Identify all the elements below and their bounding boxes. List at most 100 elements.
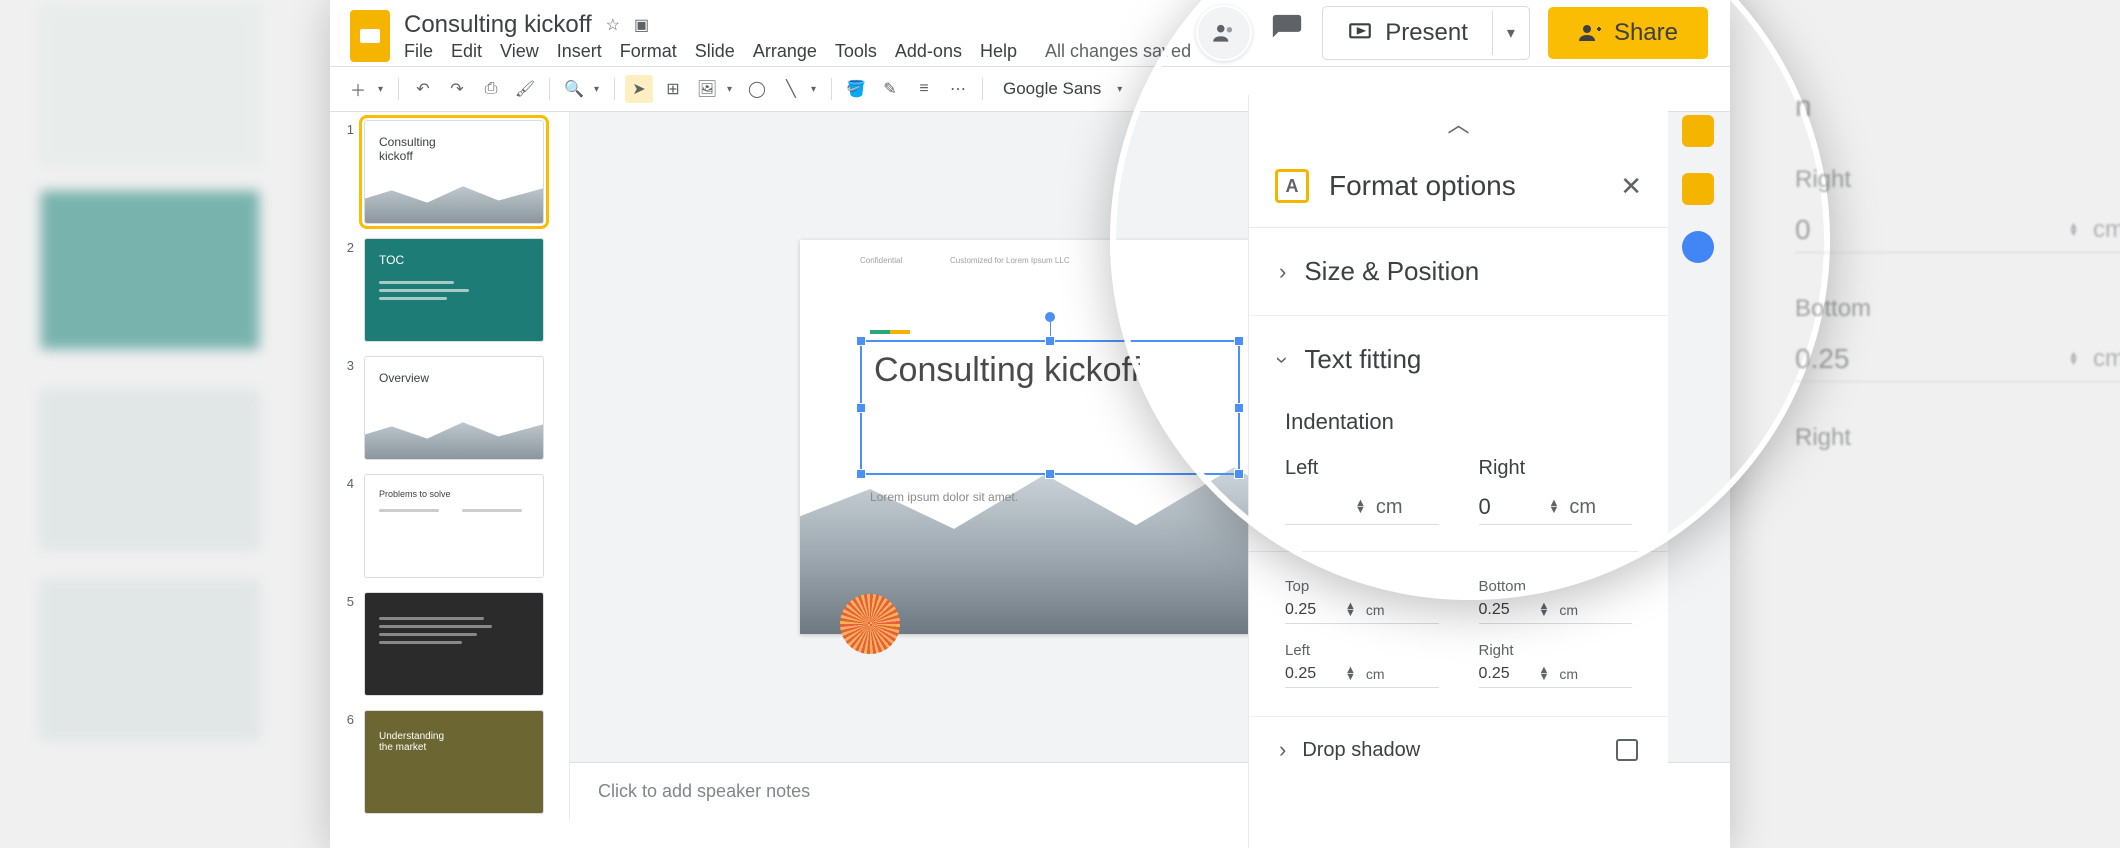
zoom-button[interactable]: 🔍 <box>560 75 588 103</box>
format-options-panel: ︿ A Format options ✕ › Size & Position ›… <box>1248 95 1668 848</box>
select-tool-button[interactable]: ➤ <box>625 75 653 103</box>
border-color-button[interactable]: ✎ <box>876 75 904 103</box>
padding-bottom-label: Bottom <box>1479 578 1633 595</box>
stepper-icon[interactable]: ▲▼ <box>1549 500 1560 513</box>
shape-tool-button[interactable]: ◯ <box>743 75 771 103</box>
indent-right-input[interactable] <box>1479 494 1539 520</box>
border-weight-button[interactable]: ≡ <box>910 75 938 103</box>
menu-file[interactable]: File <box>404 41 433 62</box>
side-addon-rail <box>1666 95 1730 263</box>
present-button[interactable]: Present <box>1323 7 1492 59</box>
resize-handle[interactable] <box>1045 469 1055 479</box>
chevron-right-icon: › <box>1279 259 1286 285</box>
drop-shadow-checkbox[interactable] <box>1616 739 1638 761</box>
rail-button-1[interactable] <box>1682 115 1714 147</box>
indent-left-label: Left <box>1285 457 1439 480</box>
slide-thumbnail-3[interactable]: Overview <box>364 356 544 460</box>
menu-bar: File Edit View Insert Format Slide Arran… <box>404 41 1191 62</box>
font-dropdown-icon[interactable]: ▾ <box>1117 84 1127 95</box>
menu-insert[interactable]: Insert <box>557 41 602 62</box>
slide-thumbnail-2[interactable]: TOC <box>364 238 544 342</box>
slide-thumbnail-6[interactable]: Understanding the market <box>364 710 544 814</box>
fill-color-button[interactable]: 🪣 <box>842 75 870 103</box>
new-slide-dropdown-icon[interactable]: ▾ <box>378 84 388 95</box>
format-a-icon: A <box>1275 169 1309 203</box>
line-dropdown-icon[interactable]: ▾ <box>811 84 821 95</box>
close-panel-icon[interactable]: ✕ <box>1620 171 1642 202</box>
stepper-icon[interactable]: ▲▼ <box>1539 667 1550 680</box>
padding-right-input[interactable] <box>1479 665 1529 683</box>
share-button[interactable]: Share <box>1548 7 1708 59</box>
paint-format-button[interactable]: 🖌 <box>511 75 539 103</box>
indent-right-label: Right <box>1479 457 1633 480</box>
resize-handle[interactable] <box>1045 336 1055 346</box>
new-slide-button[interactable]: ＋ <box>344 75 372 103</box>
format-panel-title: Format options <box>1329 170 1516 202</box>
menu-arrange[interactable]: Arrange <box>753 41 817 62</box>
undo-button[interactable]: ↶ <box>409 75 437 103</box>
image-dropdown-icon[interactable]: ▾ <box>727 84 737 95</box>
text-fitting-section[interactable]: › Text fitting <box>1249 316 1668 403</box>
image-tool-button[interactable]: 🖼 <box>693 75 721 103</box>
menu-view[interactable]: View <box>500 41 539 62</box>
resize-handle[interactable] <box>1234 469 1244 479</box>
confidential-label: Confidential <box>860 256 902 265</box>
padding-bottom-input[interactable] <box>1479 601 1529 619</box>
comments-icon[interactable] <box>1270 12 1304 55</box>
stepper-icon[interactable]: ▲▼ <box>1345 667 1356 680</box>
document-title[interactable]: Consulting kickoff <box>404 11 592 39</box>
resize-handle[interactable] <box>856 336 866 346</box>
unit-label: cm <box>1376 496 1403 519</box>
resize-handle[interactable] <box>1234 336 1244 346</box>
border-dash-button[interactable]: ⋯ <box>944 75 972 103</box>
selected-text-box[interactable]: Consulting kickoff <box>860 340 1240 475</box>
stepper-icon[interactable]: ▲▼ <box>1345 603 1356 616</box>
stepper-icon[interactable]: ▲▼ <box>1355 500 1366 513</box>
menu-help[interactable]: Help <box>980 41 1017 62</box>
menu-addons[interactable]: Add-ons <box>895 41 962 62</box>
menu-slide[interactable]: Slide <box>695 41 735 62</box>
slide-thumbnail-4[interactable]: Problems to solve <box>364 474 544 578</box>
app-window: Consulting kickoff ☆ ▣ File Edit View In… <box>330 0 1730 848</box>
collaborator-avatar[interactable] <box>1196 5 1252 61</box>
star-icon[interactable]: ☆ <box>606 15 620 35</box>
rail-button-2[interactable] <box>1682 173 1714 205</box>
menu-format[interactable]: Format <box>620 41 677 62</box>
slides-app-icon[interactable] <box>350 10 390 62</box>
padding-left-label: Left <box>1285 642 1439 659</box>
stepper-icon[interactable]: ▲▼ <box>1539 603 1550 616</box>
resize-handle[interactable] <box>856 469 866 479</box>
resize-handle[interactable] <box>856 403 866 413</box>
present-dropdown-icon[interactable]: ▾ <box>1492 11 1529 55</box>
move-folder-icon[interactable]: ▣ <box>634 15 649 35</box>
padding-top-label: Top <box>1285 578 1439 595</box>
resize-handle[interactable] <box>1234 403 1244 413</box>
zoom-dropdown-icon[interactable]: ▾ <box>594 84 604 95</box>
collapse-panel-icon[interactable]: ︿ <box>1447 112 1469 137</box>
slide-title-text[interactable]: Consulting kickoff <box>862 342 1238 391</box>
padding-right-label: Right <box>1479 642 1633 659</box>
textbox-tool-button[interactable]: ⊞ <box>659 75 687 103</box>
padding-left-input[interactable] <box>1285 665 1335 683</box>
sun-badge-graphic <box>840 594 900 654</box>
slide-thumbnail-1[interactable]: Consulting kickoff <box>364 120 544 224</box>
padding-top-input[interactable] <box>1285 601 1335 619</box>
line-tool-button[interactable]: ╲ <box>777 75 805 103</box>
menu-tools[interactable]: Tools <box>835 41 877 62</box>
font-select[interactable]: Google Sans <box>993 79 1111 99</box>
share-label: Share <box>1614 19 1678 47</box>
size-position-section[interactable]: › Size & Position <box>1249 228 1668 315</box>
title-bar: Consulting kickoff ☆ ▣ File Edit View In… <box>330 0 1730 66</box>
rail-button-3[interactable] <box>1682 231 1714 263</box>
rotate-handle[interactable] <box>1045 312 1055 322</box>
print-button[interactable]: ⎙ <box>477 75 505 103</box>
slide-thumbnail-5[interactable] <box>364 592 544 696</box>
slide-subtitle[interactable]: Lorem ipsum dolor sit amet. <box>870 490 1018 504</box>
thumb-number: 1 <box>342 120 354 224</box>
faded-format-panel: n Right 0▲▼cm Bottom 0.25▲▼cm Right <box>1795 90 2120 472</box>
redo-button[interactable]: ↷ <box>443 75 471 103</box>
drop-shadow-section[interactable]: › Drop shadow <box>1249 717 1668 783</box>
menu-edit[interactable]: Edit <box>451 41 482 62</box>
chevron-right-icon: › <box>1279 737 1286 763</box>
indent-left-input[interactable] <box>1285 494 1345 520</box>
